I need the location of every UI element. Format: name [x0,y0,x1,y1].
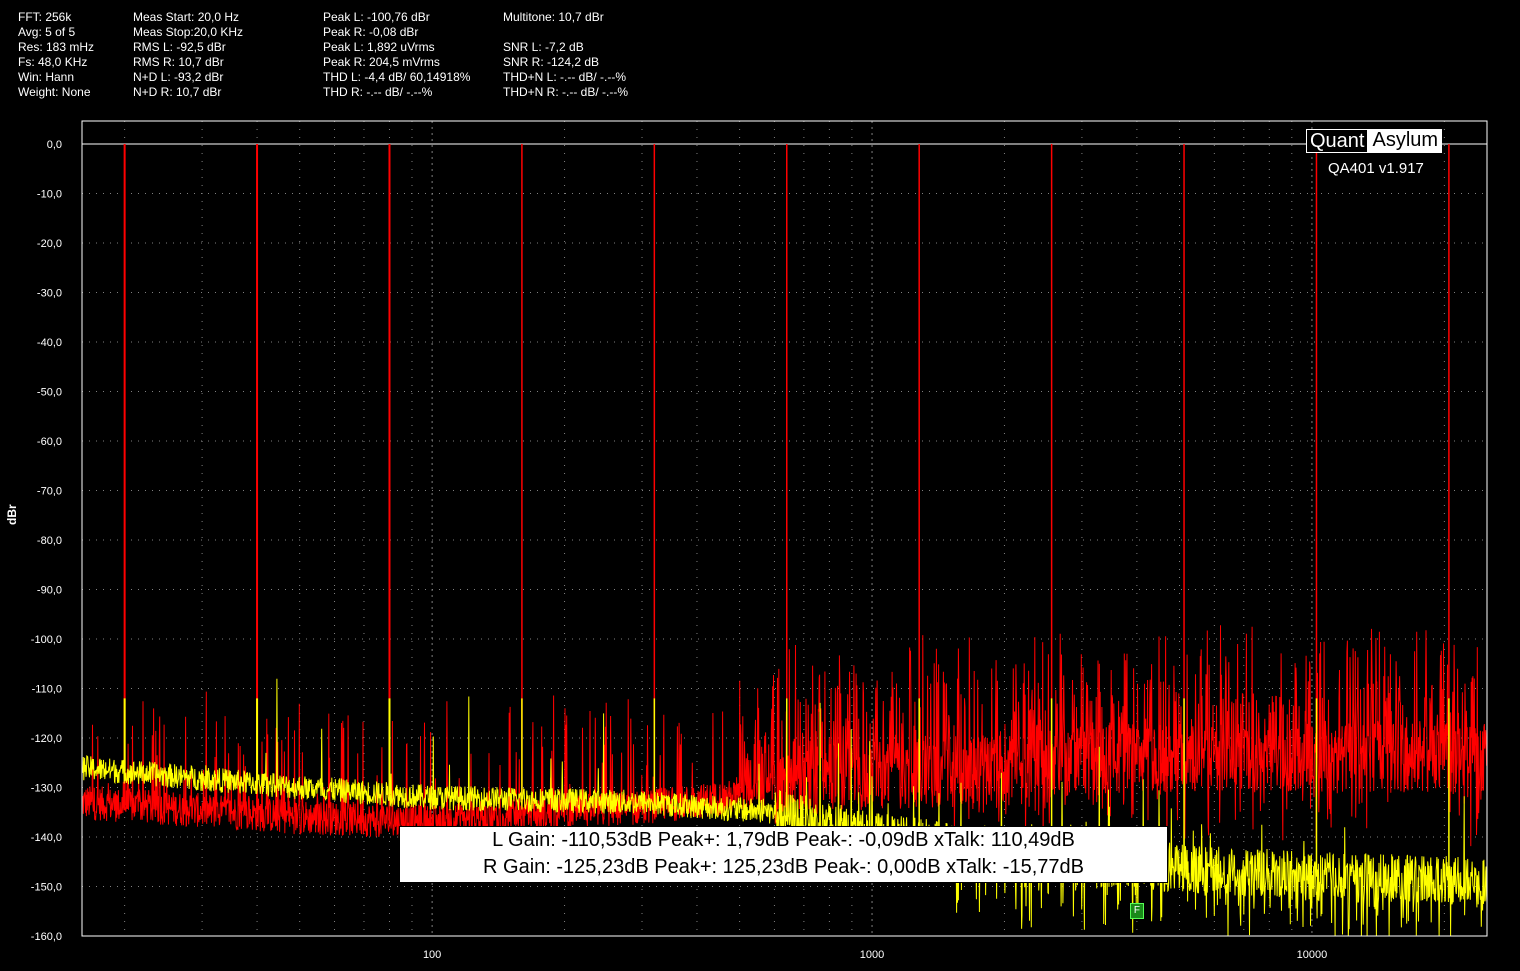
y-tick-label: -40,0 [37,337,62,349]
y-tick-label: -50,0 [37,387,62,399]
left-gain-line: L Gain: -110,53dB Peak+: 1,79dB Peak-: -… [492,829,1075,851]
x-tick-label: 1000 [860,949,884,961]
y-tick-label: -160,0 [31,931,62,943]
y-tick-label: -10,0 [37,189,62,201]
x-tick-label: 10000 [1297,949,1328,961]
y-tick-label: -70,0 [37,486,62,498]
y-tick-label: -120,0 [31,733,62,745]
y-tick-label: -80,0 [37,535,62,547]
y-tick-label: -150,0 [31,882,62,894]
right-gain-line: R Gain: -125,23dB Peak+: 125,23dB Peak-:… [483,856,1084,878]
y-tick-label: -100,0 [31,634,62,646]
x-tick-label: 100 [423,949,441,961]
y-tick-label: -130,0 [31,783,62,795]
y-tick-label: -20,0 [37,238,62,250]
y-tick-label: 0,0 [47,139,62,151]
quantasylum-logo: Quant Asylum [1306,129,1443,153]
y-tick-label: -110,0 [32,684,62,696]
version-label: QA401 v1.917 [1328,160,1424,177]
gain-result-box: L Gain: -110,53dB Peak+: 1,79dB Peak-: -… [399,826,1168,883]
logo-right: Asylum [1368,129,1443,153]
logo-left: Quant [1306,129,1369,153]
left-channel-trace [81,144,1488,849]
y-axis-label: dBr [5,504,19,525]
y-tick-label: -60,0 [37,436,62,448]
y-tick-label: -30,0 [37,288,62,300]
y-tick-label: -90,0 [37,585,62,597]
frequency-marker[interactable]: F [1129,903,1144,920]
y-tick-label: -140,0 [31,832,62,844]
